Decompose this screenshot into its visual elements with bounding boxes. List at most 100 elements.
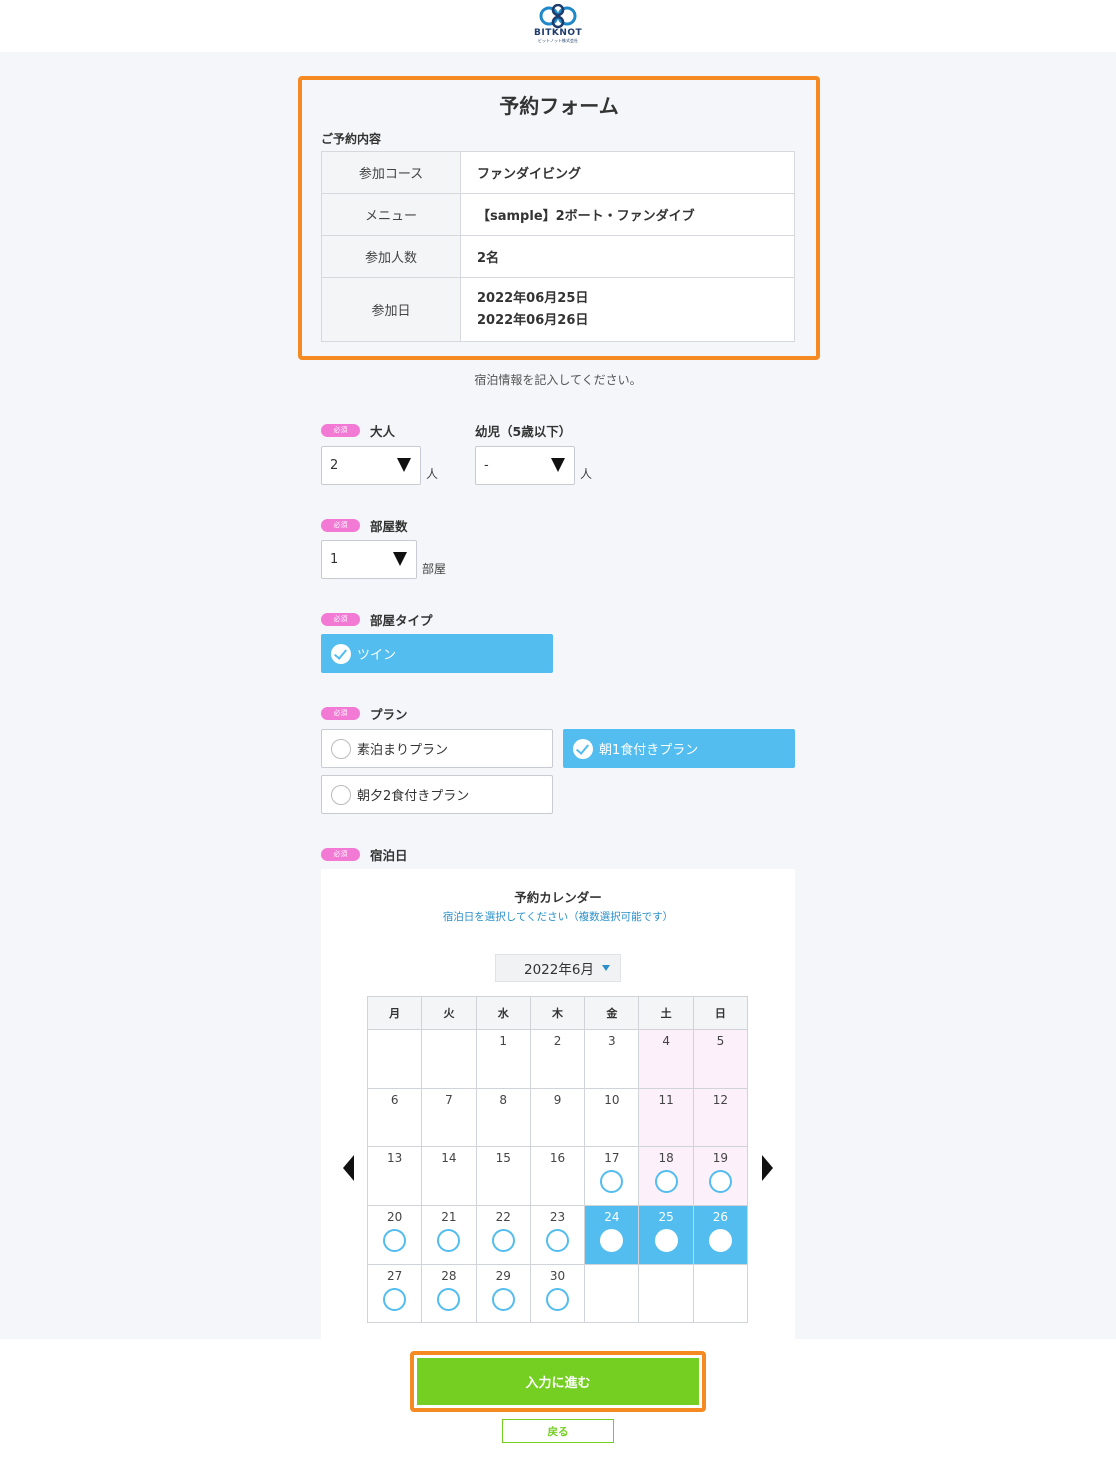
calendar-weekday: 金	[584, 996, 640, 1030]
calendar-empty-cell	[421, 1029, 477, 1089]
calendar-day-cell[interactable]: 17	[584, 1146, 640, 1207]
calendar-day-number: 5	[716, 1034, 725, 1048]
calendar-weekday: 木	[529, 996, 586, 1030]
calendar-day-cell: 10	[584, 1087, 640, 1148]
calendar-day-number: 24	[604, 1210, 620, 1225]
calendar-day-number: 30	[549, 1268, 566, 1283]
calendar-day-number: 4	[662, 1034, 670, 1048]
calendar-day-cell[interactable]: 27	[366, 1263, 423, 1324]
calendar-day-cell[interactable]: 21	[421, 1205, 477, 1265]
next-button-highlight: 入力に進む	[410, 1351, 706, 1412]
month-select-value: 2022年6月	[524, 962, 594, 978]
top-bar: BITKNOT ビットノット株式会社	[0, 0, 1116, 52]
rooms-select-value: 1	[330, 552, 339, 567]
required-badge: 必須	[321, 424, 360, 437]
infants-select-value: -	[484, 458, 489, 473]
calendar-day-number: 2	[553, 1034, 562, 1048]
calendar-empty-cell	[638, 1263, 694, 1324]
required-badge: 必須	[321, 519, 360, 532]
calendar-day-number: 11	[658, 1092, 674, 1107]
adults-label: 必須 大人	[321, 421, 395, 440]
prev-month-arrow-icon[interactable]	[343, 1155, 354, 1181]
calendar-day-cell[interactable]: 19	[692, 1146, 749, 1207]
summary-row-dates: 参加日 2022年06月25日 2022年06月26日	[321, 277, 795, 342]
calendar-day-cell[interactable]: 29	[475, 1263, 531, 1324]
available-circle-icon	[654, 1170, 678, 1194]
plan-option-breakfast[interactable]: 朝1食付きプラン	[563, 729, 795, 768]
instruction-text: 宿泊情報を記入してください。	[474, 373, 642, 387]
calendar-day-cell[interactable]: 18	[638, 1146, 694, 1207]
calendar-day-cell[interactable]: 26	[692, 1205, 749, 1265]
bitknot-logo[interactable]: BITKNOT ビットノット株式会社	[534, 4, 582, 48]
infants-label: 幼児（5歳以下）	[475, 424, 572, 439]
calendar-day-cell: 14	[421, 1146, 477, 1207]
required-badge: 必須	[321, 613, 360, 626]
room-type-label-text: 部屋タイプ	[370, 613, 433, 628]
knot-logo-icon	[539, 4, 577, 28]
calendar-day-cell: 3	[584, 1029, 640, 1089]
next-month-arrow-icon[interactable]	[762, 1155, 773, 1181]
plan-option-two-meals[interactable]: 朝夕2食付きプラン	[321, 775, 553, 814]
rooms-unit: 部屋	[422, 562, 447, 576]
available-circle-icon	[437, 1287, 461, 1311]
calendar-day-number: 14	[441, 1151, 457, 1166]
calendar-day-number: 6	[390, 1092, 399, 1107]
summary-label: 参加コース	[321, 151, 461, 194]
calendar-day-number: 22	[495, 1210, 511, 1225]
radio-circle-icon	[331, 784, 351, 805]
proceed-to-input-button[interactable]: 入力に進む	[417, 1358, 699, 1405]
selected-circle-icon	[600, 1229, 624, 1253]
calendar-day-cell: 5	[692, 1029, 749, 1089]
summary-label: 参加日	[321, 277, 461, 342]
calendar-day-number: 8	[499, 1092, 508, 1107]
summary-label: 参加人数	[321, 235, 461, 278]
calendar-subtitle: 宿泊日を選択してください（複数選択可能です）	[442, 911, 674, 923]
rooms-select[interactable]: 1	[321, 540, 417, 579]
calendar-day-cell[interactable]: 28	[421, 1263, 477, 1324]
available-circle-icon	[546, 1229, 570, 1253]
calendar-day-cell[interactable]: 23	[529, 1205, 586, 1265]
calendar-day-cell: 4	[638, 1029, 694, 1089]
calendar-day-number: 19	[712, 1151, 729, 1166]
infants-select[interactable]: -	[475, 446, 575, 485]
reservation-summary: 予約フォーム ご予約内容 参加コース ファンダイビング メニュー 【sample…	[298, 76, 820, 360]
summary-value: ファンダイビング	[460, 151, 795, 194]
summary-label: メニュー	[321, 193, 461, 236]
calendar-day-number: 17	[604, 1151, 620, 1166]
required-badge: 必須	[321, 848, 360, 861]
calendar-day-cell[interactable]: 20	[366, 1205, 423, 1265]
calendar-day-number: 9	[553, 1092, 562, 1107]
calendar-day-cell: 2	[529, 1029, 586, 1089]
calendar-empty-cell	[584, 1263, 640, 1324]
calendar-day-number: 7	[445, 1092, 453, 1107]
calendar-day-number: 23	[549, 1210, 566, 1225]
calendar-day-cell[interactable]: 25	[638, 1205, 694, 1265]
room-type-option-twin[interactable]: ツイン	[321, 634, 553, 673]
logo-subtext: ビットノット株式会社	[538, 38, 578, 43]
adults-select[interactable]: 2	[321, 446, 421, 485]
stay-dates-label-text: 宿泊日	[370, 848, 408, 863]
summary-value: 【sample】2ボート・ファンダイブ	[460, 193, 795, 236]
rooms-label-text: 部屋数	[370, 519, 408, 534]
calendar-day-number: 21	[441, 1210, 457, 1225]
stay-dates-label: 必須 宿泊日	[321, 845, 408, 864]
calendar-title: 予約カレンダー	[514, 890, 602, 905]
calendar-day-cell[interactable]: 30	[529, 1263, 586, 1324]
calendar-week-row: 13 14 15 16 17 18 19	[366, 1146, 749, 1207]
calendar-day-cell: 1	[475, 1029, 531, 1089]
calendar-day-cell[interactable]: 24	[584, 1205, 640, 1265]
plan-option-room-only[interactable]: 素泊まりプラン	[321, 729, 553, 768]
chevron-down-icon	[602, 965, 610, 971]
calendar-weekday: 土	[638, 996, 694, 1030]
calendar-day-number: 29	[495, 1268, 511, 1283]
month-select[interactable]: 2022年6月	[495, 954, 621, 982]
summary-heading: ご予約内容	[321, 132, 382, 146]
summary-table: 参加コース ファンダイビング メニュー 【sample】2ボート・ファンダイブ …	[321, 151, 795, 342]
checkmark-icon	[331, 643, 351, 664]
calendar-day-number: 16	[549, 1151, 566, 1166]
required-badge: 必須	[321, 707, 360, 720]
calendar-day-cell[interactable]: 22	[475, 1205, 531, 1265]
back-button[interactable]: 戻る	[502, 1419, 614, 1443]
selected-circle-icon	[708, 1229, 732, 1253]
available-circle-icon	[491, 1287, 515, 1311]
